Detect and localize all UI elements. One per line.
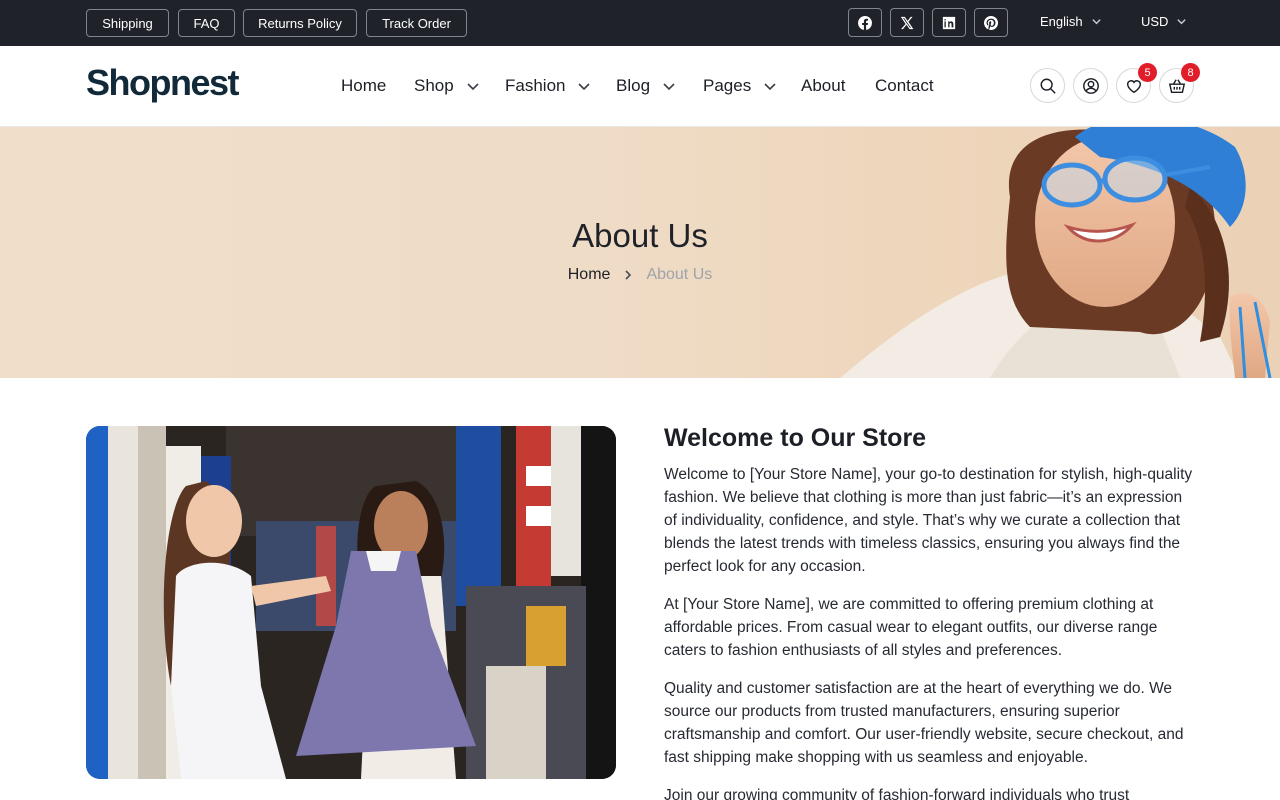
returns-policy-link[interactable]: Returns Policy [243, 9, 357, 37]
nav-label: Fashion [505, 76, 566, 95]
nav-about[interactable]: About [801, 76, 845, 96]
page-hero: About Us Home About Us [0, 127, 1280, 378]
about-paragraph: At [Your Store Name], we are committed t… [664, 596, 1158, 659]
x-icon [900, 16, 914, 29]
currency-dropdown[interactable]: USD [1141, 14, 1187, 29]
language-label: English [1040, 14, 1083, 29]
nav-fashion[interactable]: Fashion [505, 76, 591, 96]
nav-pages[interactable]: Pages [703, 76, 777, 96]
nav-label: Shop [414, 76, 454, 95]
nav-label: Contact [875, 76, 934, 95]
search-button[interactable] [1030, 68, 1065, 103]
nav-label: Pages [703, 76, 752, 95]
pinterest-icon [984, 15, 998, 30]
linkedin-link[interactable] [932, 8, 966, 37]
faq-link[interactable]: FAQ [178, 9, 235, 37]
nav-home[interactable]: Home [341, 76, 386, 96]
store-photo [86, 426, 616, 779]
breadcrumb: Home About Us [0, 266, 1280, 284]
facebook-link[interactable] [848, 8, 882, 37]
nav-label: Blog [616, 76, 651, 95]
about-content: Welcome to Our Store Welcome to [Your St… [664, 424, 1194, 800]
chevron-right-icon [625, 270, 632, 280]
cart-count-badge: 8 [1181, 63, 1200, 82]
nav-contact[interactable]: Contact [875, 76, 934, 96]
currency-label: USD [1141, 14, 1169, 29]
page-title: About Us [572, 217, 708, 254]
chevron-down-icon [467, 83, 479, 91]
about-heading: Welcome to Our Store [664, 424, 927, 452]
breadcrumb-home-link[interactable]: Home [568, 266, 611, 284]
linkedin-icon [942, 16, 956, 29]
wishlist-count-badge: 5 [1138, 63, 1157, 82]
facebook-icon [858, 15, 872, 30]
language-dropdown[interactable]: English [1040, 14, 1102, 29]
chevron-down-icon [764, 83, 776, 91]
chevron-down-icon [578, 83, 591, 91]
store-photo-illustration [86, 426, 616, 779]
site-logo[interactable]: Shopnest [86, 62, 240, 104]
nav-label: Home [341, 76, 387, 95]
chevron-down-icon [1177, 19, 1187, 25]
x-link[interactable] [890, 8, 924, 37]
pinterest-link[interactable] [974, 8, 1008, 37]
search-icon [1040, 78, 1056, 94]
user-icon [1082, 77, 1099, 94]
cart-button[interactable]: 8 [1159, 63, 1200, 103]
nav-label: About [801, 76, 846, 95]
breadcrumb-current: About Us [646, 266, 713, 283]
account-button[interactable] [1073, 68, 1108, 103]
nav-blog[interactable]: Blog [616, 76, 676, 96]
about-paragraph: Join our growing community of fashion-fo… [664, 787, 1130, 800]
top-bar: Shipping FAQ Returns Policy Track Order … [0, 0, 1280, 46]
wishlist-button[interactable]: 5 [1116, 63, 1157, 103]
nav-shop[interactable]: Shop [414, 76, 480, 96]
track-order-link[interactable]: Track Order [366, 9, 467, 37]
chevron-down-icon [663, 83, 675, 91]
main-header: Shopnest Home Shop Fashion Blog Pages Ab… [0, 46, 1280, 127]
shipping-link[interactable]: Shipping [86, 9, 169, 37]
chevron-down-icon [1091, 19, 1101, 25]
about-paragraph: Quality and customer satisfaction are at… [664, 680, 1184, 766]
about-paragraph: Welcome to [Your Store Name], your go-to… [664, 466, 1193, 575]
